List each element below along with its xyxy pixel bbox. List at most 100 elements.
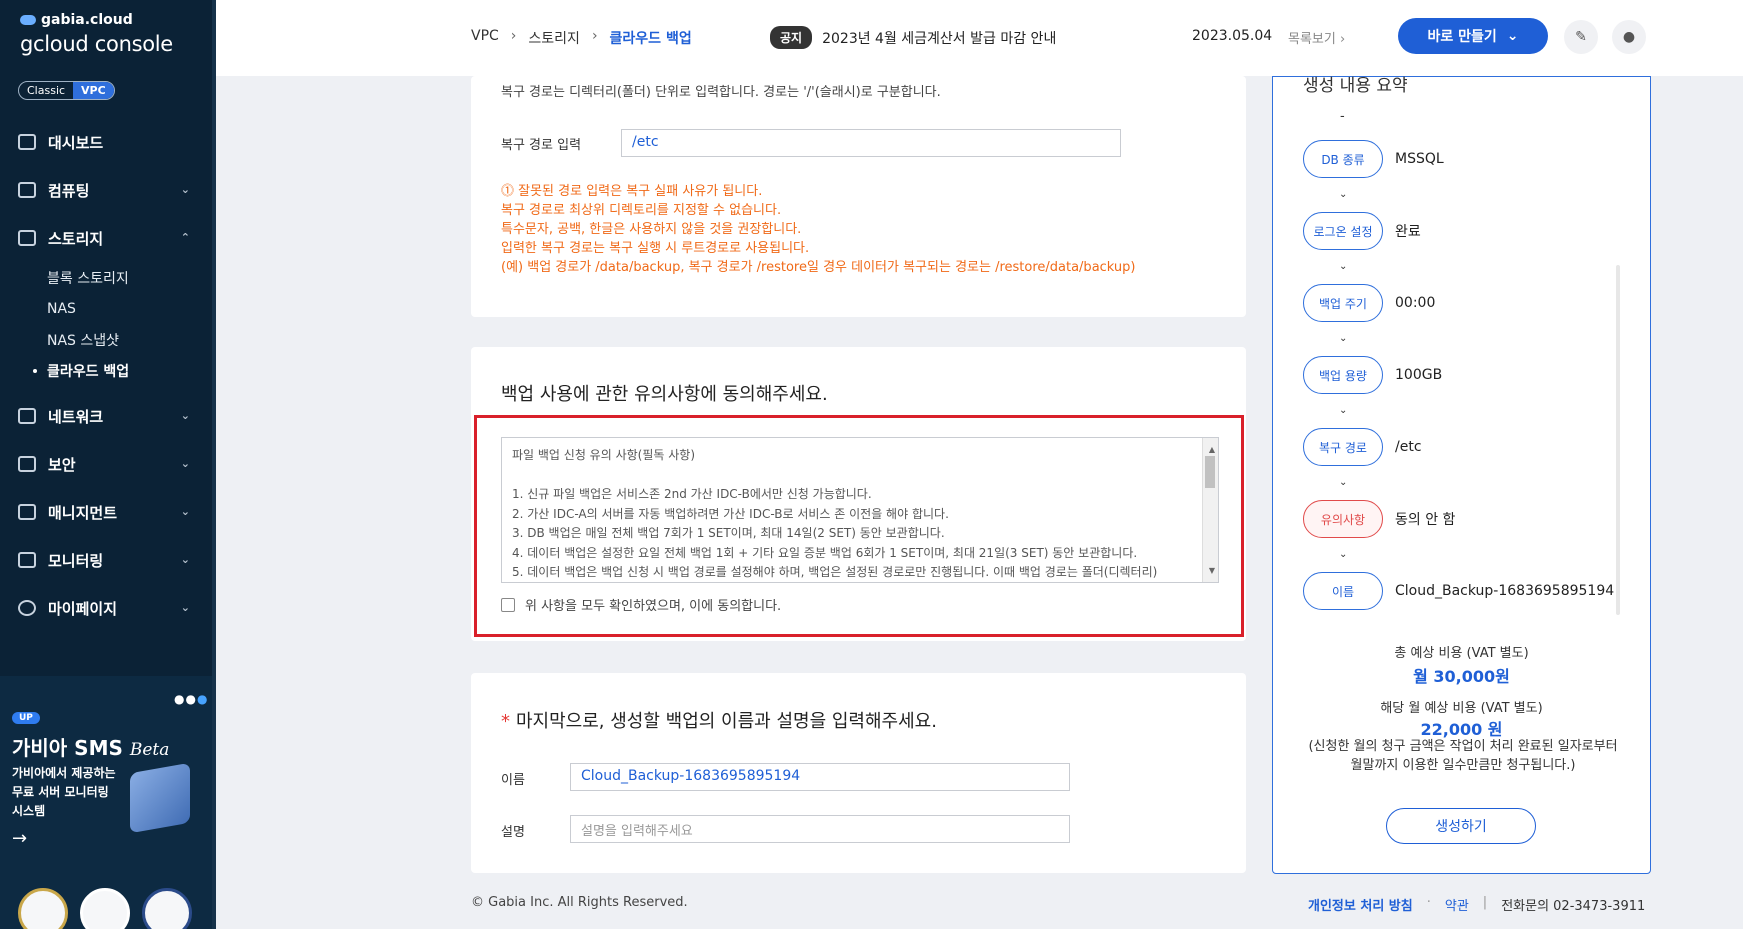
summary-dash: -: [1340, 109, 1345, 124]
sidebar-item-label: 스토리지: [48, 229, 104, 248]
total-cost-value: 월 30,000원: [1413, 667, 1510, 686]
chevron-down-icon: ⌄: [1339, 549, 1348, 560]
month-cost-label: 해당 월 예상 비용 (VAT 별도): [1380, 701, 1543, 716]
sidebar-item-label: 대시보드: [48, 133, 104, 152]
carousel-dots[interactable]: ●●●: [174, 692, 208, 706]
notice-text[interactable]: 2023년 4월 세금계산서 발급 마감 안내: [822, 28, 1056, 48]
total-cost-label: 총 예상 비용 (VAT 별도): [1394, 646, 1529, 661]
description-label: 설명: [501, 825, 525, 840]
summary-scrollbar[interactable]: [1616, 265, 1620, 615]
summary-row-name: 이름 Cloud_Backup-1683695895194: [1303, 572, 1614, 610]
storage-subnav: 블록 스토리지 NAS NAS 스냅샷 클라우드 백업: [0, 262, 212, 386]
sidebar-item-computing[interactable]: 컴퓨팅 ⌄: [0, 166, 212, 214]
restore-path-label: 복구 경로 입력: [501, 138, 582, 153]
name-input[interactable]: Cloud_Backup-1683695895194: [570, 763, 1070, 791]
agreement-textarea[interactable]: 파일 백업 신청 유의 사항(필독 사항) 1. 신규 파일 백업은 서비스존 …: [501, 437, 1219, 583]
server-illustration-icon: [130, 762, 190, 834]
sidebar-item-dashboard[interactable]: 대시보드: [0, 118, 212, 166]
summary-title: 생성 내용 요약: [1303, 76, 1408, 96]
restore-path-input[interactable]: /etc: [621, 129, 1121, 157]
subnav-item-cloud-backup[interactable]: 클라우드 백업: [33, 355, 212, 386]
arrow-right-icon[interactable]: →: [12, 828, 27, 849]
sidebar-item-storage[interactable]: 스토리지 ⌃: [0, 214, 212, 262]
summary-row-notice: 유의사항 동의 안 함: [1303, 500, 1455, 538]
breadcrumb-storage[interactable]: 스토리지: [528, 28, 580, 48]
agreement-checkbox[interactable]: [501, 597, 515, 612]
summary-row-db-type: DB 종류 MSSQL: [1303, 140, 1444, 178]
summary-pill[interactable]: 이름: [1303, 572, 1383, 610]
chevron-down-icon: ⌄: [1339, 261, 1348, 272]
brand-logo[interactable]: gabia.cloud gcloud console: [20, 12, 173, 56]
description-input[interactable]: 설명을 입력해주세요: [570, 815, 1070, 843]
summary-pill[interactable]: 백업 주기: [1303, 284, 1383, 322]
sidebar-item-security[interactable]: 보안 ⌄: [0, 440, 212, 488]
chevron-down-icon: ⌄: [1339, 477, 1348, 488]
breadcrumb-vpc[interactable]: VPC: [471, 28, 499, 48]
scrollbar-thumb[interactable]: [1205, 456, 1215, 488]
summary-pill[interactable]: DB 종류: [1303, 140, 1383, 178]
chevron-down-icon: ⌄: [1339, 405, 1348, 416]
summary-pill[interactable]: 백업 용량: [1303, 356, 1383, 394]
summary-value: Cloud_Backup-1683695895194: [1395, 583, 1615, 599]
summary-row-restore-path: 복구 경로/etc: [1303, 428, 1422, 466]
subnav-item-nas[interactable]: NAS: [47, 293, 212, 324]
shield-icon: [18, 456, 36, 472]
sidebar-item-label: 컴퓨팅: [48, 181, 90, 200]
sidebar-item-monitoring[interactable]: 모니터링 ⌄: [0, 536, 212, 584]
scroll-up-icon[interactable]: ▲: [1209, 440, 1215, 460]
certification-badges: [18, 888, 192, 929]
breadcrumb: VPC › 스토리지 › 클라우드 백업: [471, 28, 692, 48]
subnav-item-block-storage[interactable]: 블록 스토리지: [47, 262, 212, 293]
summary-pill-alert[interactable]: 유의사항: [1303, 500, 1383, 538]
mode-classic[interactable]: Classic: [19, 82, 73, 99]
mode-vpc[interactable]: VPC: [73, 82, 114, 99]
name-label: 이름: [501, 773, 525, 788]
notice-date: 2023.05.04: [1192, 28, 1273, 44]
chevron-down-icon: ⌄: [180, 183, 190, 196]
sidebar-item-label: 모니터링: [48, 551, 104, 570]
notice-list-link[interactable]: 목록보기 ›: [1288, 28, 1345, 47]
quick-create-button[interactable]: 바로 만들기 ⌄: [1398, 18, 1548, 54]
promo-badge: UP: [12, 712, 40, 724]
naming-card: * 마지막으로, 생성할 백업의 이름과 설명을 입력해주세요. 이름 Cloud…: [471, 673, 1246, 873]
monitor-icon: [18, 552, 36, 568]
restore-path-guide: 복구 경로는 디렉터리(폴더) 단위로 입력합니다. 경로는 '/'(슬래시)로…: [501, 85, 941, 100]
sidebar-item-label: 매니지먼트: [48, 503, 118, 522]
required-mark: *: [501, 711, 510, 732]
copyright: © Gabia Inc. All Rights Reserved.: [471, 895, 688, 910]
promo-title: 가비아 SMS Beta: [12, 736, 170, 760]
chat-icon[interactable]: ✎: [1564, 20, 1598, 54]
chevron-right-icon: ›: [510, 28, 517, 44]
sidebar-nav: 대시보드 컴퓨팅 ⌄ 스토리지 ⌃ 블록 스토리지 NAS NAS 스냅샷 클라우드…: [0, 118, 212, 632]
summary-value: 00:00: [1395, 295, 1436, 311]
summary-pill[interactable]: 복구 경로: [1303, 428, 1383, 466]
chevron-down-icon: ⌄: [180, 457, 190, 470]
agreement-checkbox-row[interactable]: 위 사항을 모두 확인하였으며, 이에 동의합니다.: [501, 595, 781, 614]
user-avatar-icon[interactable]: ●: [1612, 20, 1646, 54]
mode-toggle[interactable]: Classic VPC: [18, 81, 115, 100]
management-icon: [18, 504, 36, 520]
summary-row-logon: 로그온 설정 완료: [1303, 212, 1421, 250]
summary-row-backup-cycle: 백업 주기 00:00: [1303, 284, 1435, 322]
sidebar-item-mypage[interactable]: 마이페이지 ⌄: [0, 584, 212, 632]
summary-value: /etc: [1395, 439, 1422, 455]
sidebar: gabia.cloud gcloud console Classic VPC 대…: [0, 0, 216, 929]
summary-pill[interactable]: 로그온 설정: [1303, 212, 1383, 250]
privacy-link[interactable]: 개인정보 처리 방침: [1308, 895, 1413, 914]
dashboard-icon: [18, 134, 36, 150]
phone-contact: 전화문의 02-3473-3911: [1501, 899, 1646, 914]
promo-description: 가비아에서 제공하는 무료 서버 모니터링 시스템: [12, 766, 116, 818]
scroll-down-icon[interactable]: ▼: [1209, 561, 1215, 581]
cost-note: (신청한 월의 청구 금액은 작업이 처리 완료된 일자로부터 월말까지 이용한…: [1308, 739, 1618, 773]
agreement-checkbox-label[interactable]: 위 사항을 모두 확인하였으며, 이에 동의합니다.: [525, 595, 781, 614]
restore-path-warnings: ⓵ 잘못된 경로 입력은 복구 실패 사유가 됩니다. 복구 경로로 최상위 디…: [501, 184, 1136, 275]
sidebar-item-management[interactable]: 매니지먼트 ⌄: [0, 488, 212, 536]
breadcrumb-cloud-backup: 클라우드 백업: [609, 31, 692, 47]
terms-link[interactable]: 약관: [1445, 895, 1469, 914]
subnav-item-nas-snapshot[interactable]: NAS 스냅샷: [47, 324, 212, 355]
chevron-down-icon: ⌄: [1339, 333, 1348, 344]
notice[interactable]: 공지 2023년 4월 세금계산서 발급 마감 안내: [770, 26, 1056, 49]
agreement-title: 백업 사용에 관한 유의사항에 동의해주세요.: [501, 384, 828, 405]
sidebar-item-network[interactable]: 네트워크 ⌄: [0, 392, 212, 440]
create-button[interactable]: 생성하기: [1386, 808, 1536, 844]
